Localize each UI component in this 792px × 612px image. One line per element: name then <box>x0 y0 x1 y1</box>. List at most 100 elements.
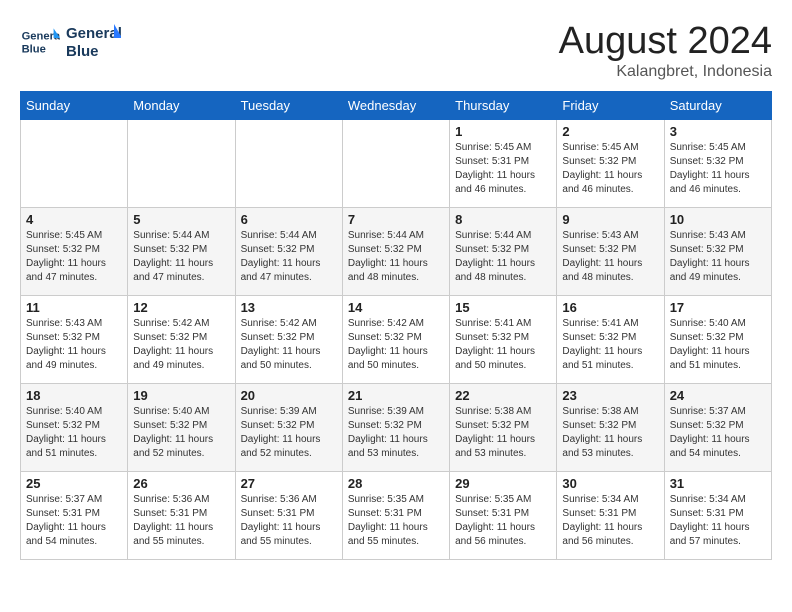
day-info: Sunrise: 5:35 AM Sunset: 5:31 PM Dayligh… <box>348 493 444 549</box>
day-info: Sunrise: 5:39 AM Sunset: 5:32 PM Dayligh… <box>241 405 337 461</box>
calendar-cell: 18 Sunrise: 5:40 AM Sunset: 5:32 PM Dayli… <box>21 384 128 472</box>
calendar-cell: 6Sunrise: 5:44 AM Sunset: 5:32 PM Daylig… <box>235 208 342 296</box>
calendar-cell: 9 Sunrise: 5:43 AM Sunset: 5:32 PM Daylig… <box>557 208 664 296</box>
calendar-cell: 4Sunrise: 5:45 AM Sunset: 5:32 PM Daylig… <box>21 208 128 296</box>
weekday-header-thursday: Thursday <box>450 92 557 120</box>
day-info: Sunrise: 5:40 AM Sunset: 5:32 PM Dayligh… <box>670 317 766 373</box>
day-number: 30 <box>562 476 658 491</box>
calendar-cell: 17 Sunrise: 5:40 AM Sunset: 5:32 PM Dayli… <box>664 296 771 384</box>
day-number: 29 <box>455 476 551 491</box>
calendar-cell: 21 Sunrise: 5:39 AM Sunset: 5:32 PM Dayli… <box>342 384 449 472</box>
day-info: Sunrise: 5:43 AM Sunset: 5:32 PM Dayligh… <box>26 317 122 373</box>
calendar-cell: 26 Sunrise: 5:36 AM Sunset: 5:31 PM Dayli… <box>128 472 235 560</box>
weekday-header-saturday: Saturday <box>664 92 771 120</box>
day-number: 3 <box>670 124 766 139</box>
day-info: Sunrise: 5:42 AM Sunset: 5:32 PM Dayligh… <box>348 317 444 373</box>
week-row-2: 4Sunrise: 5:45 AM Sunset: 5:32 PM Daylig… <box>21 208 772 296</box>
calendar-cell: 12 Sunrise: 5:42 AM Sunset: 5:32 PM Dayli… <box>128 296 235 384</box>
day-info: Sunrise: 5:40 AM Sunset: 5:32 PM Dayligh… <box>26 405 122 461</box>
calendar-cell: 27 Sunrise: 5:36 AM Sunset: 5:31 PM Dayli… <box>235 472 342 560</box>
day-info: Sunrise: 5:43 AM Sunset: 5:32 PM Dayligh… <box>562 229 658 285</box>
weekday-header-wednesday: Wednesday <box>342 92 449 120</box>
month-title: August 2024 <box>559 20 772 63</box>
calendar-cell: 23Sunrise: 5:38 AM Sunset: 5:32 PM Dayli… <box>557 384 664 472</box>
day-number: 28 <box>348 476 444 491</box>
day-info: Sunrise: 5:36 AM Sunset: 5:31 PM Dayligh… <box>133 493 229 549</box>
calendar-cell: 16 Sunrise: 5:41 AM Sunset: 5:32 PM Dayli… <box>557 296 664 384</box>
day-number: 26 <box>133 476 229 491</box>
day-info: Sunrise: 5:44 AM Sunset: 5:32 PM Dayligh… <box>455 229 551 285</box>
day-info: Sunrise: 5:36 AM Sunset: 5:31 PM Dayligh… <box>241 493 337 549</box>
calendar-cell: 2 Sunrise: 5:45 AM Sunset: 5:32 PM Daylig… <box>557 120 664 208</box>
day-number: 31 <box>670 476 766 491</box>
calendar-cell: 19Sunrise: 5:40 AM Sunset: 5:32 PM Dayli… <box>128 384 235 472</box>
day-info: Sunrise: 5:38 AM Sunset: 5:32 PM Dayligh… <box>455 405 551 461</box>
day-info: Sunrise: 5:39 AM Sunset: 5:32 PM Dayligh… <box>348 405 444 461</box>
calendar-cell <box>21 120 128 208</box>
week-row-5: 25Sunrise: 5:37 AM Sunset: 5:31 PM Dayli… <box>21 472 772 560</box>
day-number: 16 <box>562 300 658 315</box>
calendar-cell: 31 Sunrise: 5:34 AM Sunset: 5:31 PM Dayli… <box>664 472 771 560</box>
day-number: 13 <box>241 300 337 315</box>
calendar-cell: 10Sunrise: 5:43 AM Sunset: 5:32 PM Dayli… <box>664 208 771 296</box>
calendar-cell: 7 Sunrise: 5:44 AM Sunset: 5:32 PM Daylig… <box>342 208 449 296</box>
day-number: 27 <box>241 476 337 491</box>
calendar-cell: 29 Sunrise: 5:35 AM Sunset: 5:31 PM Dayli… <box>450 472 557 560</box>
day-info: Sunrise: 5:44 AM Sunset: 5:32 PM Dayligh… <box>348 229 444 285</box>
day-number: 1 <box>455 124 551 139</box>
day-number: 8 <box>455 212 551 227</box>
day-info: Sunrise: 5:41 AM Sunset: 5:32 PM Dayligh… <box>455 317 551 373</box>
logo: General Blue General Blue General Blue <box>20 20 121 64</box>
week-row-3: 11 Sunrise: 5:43 AM Sunset: 5:32 PM Dayli… <box>21 296 772 384</box>
calendar-cell: 14 Sunrise: 5:42 AM Sunset: 5:32 PM Dayli… <box>342 296 449 384</box>
weekday-header-tuesday: Tuesday <box>235 92 342 120</box>
logo-icon: General Blue <box>20 22 60 62</box>
calendar-cell: 5Sunrise: 5:44 AM Sunset: 5:32 PM Daylig… <box>128 208 235 296</box>
day-number: 7 <box>348 212 444 227</box>
calendar-cell: 24Sunrise: 5:37 AM Sunset: 5:32 PM Dayli… <box>664 384 771 472</box>
day-number: 24 <box>670 388 766 403</box>
day-number: 5 <box>133 212 229 227</box>
day-info: Sunrise: 5:34 AM Sunset: 5:31 PM Dayligh… <box>670 493 766 549</box>
calendar-cell: 20Sunrise: 5:39 AM Sunset: 5:32 PM Dayli… <box>235 384 342 472</box>
calendar-cell: 3 Sunrise: 5:45 AM Sunset: 5:32 PM Daylig… <box>664 120 771 208</box>
day-number: 9 <box>562 212 658 227</box>
day-number: 19 <box>133 388 229 403</box>
day-info: Sunrise: 5:45 AM Sunset: 5:32 PM Dayligh… <box>670 141 766 197</box>
weekday-header-sunday: Sunday <box>21 92 128 120</box>
day-number: 23 <box>562 388 658 403</box>
day-number: 21 <box>348 388 444 403</box>
day-info: Sunrise: 5:41 AM Sunset: 5:32 PM Dayligh… <box>562 317 658 373</box>
calendar-cell: 22 Sunrise: 5:38 AM Sunset: 5:32 PM Dayli… <box>450 384 557 472</box>
day-number: 4 <box>26 212 122 227</box>
day-number: 18 <box>26 388 122 403</box>
logo-graphic: General Blue <box>66 20 121 64</box>
svg-text:Blue: Blue <box>22 43 46 55</box>
weekday-header-friday: Friday <box>557 92 664 120</box>
week-row-1: 1Sunrise: 5:45 AM Sunset: 5:31 PM Daylig… <box>21 120 772 208</box>
calendar-cell: 8 Sunrise: 5:44 AM Sunset: 5:32 PM Daylig… <box>450 208 557 296</box>
calendar-cell: 11 Sunrise: 5:43 AM Sunset: 5:32 PM Dayli… <box>21 296 128 384</box>
day-number: 11 <box>26 300 122 315</box>
calendar-cell: 30Sunrise: 5:34 AM Sunset: 5:31 PM Dayli… <box>557 472 664 560</box>
calendar-table: SundayMondayTuesdayWednesdayThursdayFrid… <box>20 91 772 560</box>
day-info: Sunrise: 5:35 AM Sunset: 5:31 PM Dayligh… <box>455 493 551 549</box>
calendar-cell: 25Sunrise: 5:37 AM Sunset: 5:31 PM Dayli… <box>21 472 128 560</box>
day-info: Sunrise: 5:44 AM Sunset: 5:32 PM Dayligh… <box>241 229 337 285</box>
title-block: August 2024 Kalangbret, Indonesia <box>559 20 772 81</box>
calendar-cell <box>128 120 235 208</box>
day-number: 12 <box>133 300 229 315</box>
day-number: 14 <box>348 300 444 315</box>
svg-text:Blue: Blue <box>66 43 99 60</box>
calendar-cell: 13Sunrise: 5:42 AM Sunset: 5:32 PM Dayli… <box>235 296 342 384</box>
day-info: Sunrise: 5:43 AM Sunset: 5:32 PM Dayligh… <box>670 229 766 285</box>
day-number: 15 <box>455 300 551 315</box>
calendar-cell <box>342 120 449 208</box>
calendar-cell: 28 Sunrise: 5:35 AM Sunset: 5:31 PM Dayli… <box>342 472 449 560</box>
day-info: Sunrise: 5:45 AM Sunset: 5:32 PM Dayligh… <box>562 141 658 197</box>
svg-text:General: General <box>66 25 121 42</box>
day-number: 17 <box>670 300 766 315</box>
day-info: Sunrise: 5:42 AM Sunset: 5:32 PM Dayligh… <box>133 317 229 373</box>
day-number: 2 <box>562 124 658 139</box>
day-number: 22 <box>455 388 551 403</box>
